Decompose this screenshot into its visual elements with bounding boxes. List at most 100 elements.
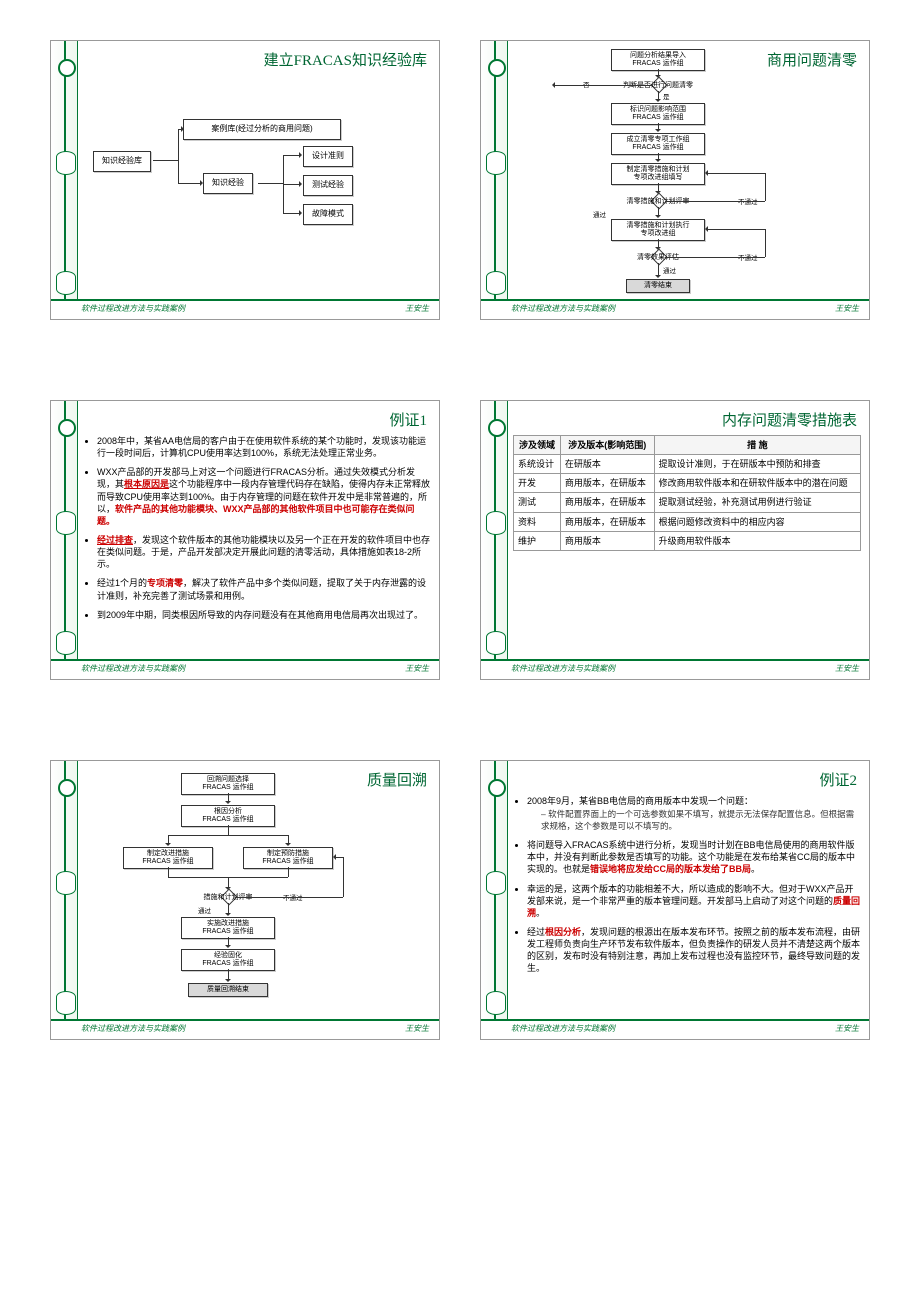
connector xyxy=(553,85,653,86)
footer-right: 王安生 xyxy=(405,303,429,314)
table-cell: 开发 xyxy=(514,474,561,493)
bullet-item: 经过1个月的专项清零，解决了软件产品中多个类似问题，提取了关于内存泄露的设计准则… xyxy=(97,577,431,601)
table-cell: 商用版本 xyxy=(560,531,654,550)
table-cell: 系统设计 xyxy=(514,455,561,474)
flow-n1: 问题分析结果导入FRACAS 运作组 xyxy=(611,49,705,71)
connector xyxy=(283,155,301,156)
flow-n3: 成立清零专项工作组FRACAS 运作组 xyxy=(611,133,705,155)
bullet-list: 2008年9月，某省BB电信局的商用版本中发现一个问题：– 软件配置界面上的一个… xyxy=(513,795,861,974)
slide-title: 例证1 xyxy=(389,409,427,430)
footer-right: 王安生 xyxy=(835,1023,859,1034)
slide-quality-traceback: 质量回溯 回溯问题选择FRACAS 运作组 根因分析FRACAS 运作组 制定改… xyxy=(50,760,440,1040)
table-cell: 提取设计准则，于在研版本中预防和排查 xyxy=(654,455,860,474)
flow-n4: 制定清零措施和计划专项改进组填写 xyxy=(611,163,705,185)
table-cell: 提取测试经验，补充测试用例进行验证 xyxy=(654,493,860,512)
connector xyxy=(228,903,229,915)
tree-b1: 案例库(经过分析的商用问题) xyxy=(183,119,341,140)
table-row: 维护商用版本升级商用软件版本 xyxy=(514,531,861,550)
connector xyxy=(658,207,659,217)
bullet-item: 2008年9月，某省BB电信局的商用版本中发现一个问题：– 软件配置界面上的一个… xyxy=(527,795,861,832)
table-cell: 在研版本 xyxy=(560,455,654,474)
deco-cylinder-icon xyxy=(486,871,506,895)
deco-cylinder-icon xyxy=(486,151,506,175)
table-cell: 资料 xyxy=(514,512,561,531)
table-cell: 修改商用软件版本和在研软件版本中的潜在问题 xyxy=(654,474,860,493)
table-row: 开发商用版本，在研版本修改商用软件版本和在研软件版本中的潜在问题 xyxy=(514,474,861,493)
bullet-item: 2008年中，某省AA电信局的客户由于在使用软件系统的某个功能时，发现该功能运行… xyxy=(97,435,431,459)
slide-title: 内存问题清零措施表 xyxy=(722,409,857,430)
deco-cylinder-icon xyxy=(56,631,76,655)
connector xyxy=(658,123,659,131)
slide-measures-table: 内存问题清零措施表 涉及领域 涉及版本(影响范围) 措 施 系统设计在研版本提取… xyxy=(480,400,870,680)
connector xyxy=(228,969,229,981)
connector xyxy=(235,897,343,898)
col-version: 涉及版本(影响范围) xyxy=(560,436,654,455)
table-cell: 商用版本，在研版本 xyxy=(560,493,654,512)
label-pass: 通过 xyxy=(593,209,606,219)
connector xyxy=(178,183,202,184)
footer-right: 王安生 xyxy=(405,663,429,674)
deco-cylinder-icon xyxy=(486,631,506,655)
deco-circle-icon xyxy=(58,419,76,437)
tree-c1: 设计准则 xyxy=(303,146,353,167)
footer-left: 软件过程改进方法与实践案例 xyxy=(511,663,615,674)
connector xyxy=(168,867,169,877)
footer-left: 软件过程改进方法与实践案例 xyxy=(81,663,185,674)
bullet-item: 将问题导入FRACAS系统中进行分析，发现当时计划在BB电信局使用的商用软件版本… xyxy=(527,839,861,875)
bullet-item: WXX产品部的开发部马上对这一个问题进行FRACAS分析。通过失效模式分析发现，… xyxy=(97,466,431,527)
connector xyxy=(168,835,288,836)
flow-n5: 清零措施和计划执行专项改进组 xyxy=(611,219,705,241)
flow-n3a: 制定改进措施FRACAS 运作组 xyxy=(123,847,213,869)
deco-cylinder-icon xyxy=(56,511,76,535)
bullet-item: 幸运的是，这两个版本的功能相差不大，所以造成的影响不大。但对于WXX产品开发部来… xyxy=(527,883,861,919)
connector xyxy=(228,793,229,803)
measures-table: 涉及领域 涉及版本(影响范围) 措 施 系统设计在研版本提取设计准则，于在研版本… xyxy=(513,435,861,551)
deco-circle-icon xyxy=(488,59,506,77)
footer-right: 王安生 xyxy=(835,303,859,314)
flow-n5: 经验固化FRACAS 运作组 xyxy=(181,949,275,971)
label-pass: 通过 xyxy=(663,265,676,275)
slide-fracas-knowledge: 建立FRACAS知识经验库 知识经验库 案例库(经过分析的商用问题) 知识经验 … xyxy=(50,40,440,320)
table-row: 资料商用版本，在研版本根据问题修改资料中的相应内容 xyxy=(514,512,861,531)
table-cell: 根据问题修改资料中的相应内容 xyxy=(654,512,860,531)
table-cell: 测试 xyxy=(514,493,561,512)
connector xyxy=(706,229,765,230)
bullet-item: 经过排查，发现这个软件版本的其他功能模块以及另一个正在开发的软件项目中也存在类似… xyxy=(97,534,431,570)
flow-end: 质量回溯结束 xyxy=(188,983,268,997)
table-row: 测试商用版本，在研版本提取测试经验，补充测试用例进行验证 xyxy=(514,493,861,512)
deco-circle-icon xyxy=(58,779,76,797)
footer-left: 软件过程改进方法与实践案例 xyxy=(81,303,185,314)
slide-footer: 软件过程改进方法与实践案例 王安生 xyxy=(51,659,439,679)
bullet-item: 经过根因分析，发现问题的根源出在版本发布环节。按照之前的版本发布流程，由研发工程… xyxy=(527,926,861,975)
bullet-item: 到2009年中期，同类根因所导致的内存问题没有在其他商用电信局再次出现过了。 xyxy=(97,609,431,621)
slide-example1: 例证1 2008年中，某省AA电信局的客户由于在使用软件系统的某个功能时，发现该… xyxy=(50,400,440,680)
deco-cylinder-icon xyxy=(56,991,76,1015)
label-yes: 是 xyxy=(663,91,670,101)
flow-n4: 实施改进措施FRACAS 运作组 xyxy=(181,917,275,939)
footer-left: 软件过程改进方法与实践案例 xyxy=(81,1023,185,1034)
col-measure: 措 施 xyxy=(654,436,860,455)
slide-footer: 软件过程改进方法与实践案例 王安生 xyxy=(51,299,439,319)
slide-footer: 软件过程改进方法与实践案例 王安生 xyxy=(481,659,869,679)
tree-c3: 故障模式 xyxy=(303,204,353,225)
connector xyxy=(665,201,765,202)
tree-b2: 知识经验 xyxy=(203,173,253,194)
deco-circle-icon xyxy=(58,59,76,77)
connector xyxy=(706,173,765,174)
table-cell: 维护 xyxy=(514,531,561,550)
flow-n3b: 制定预防措施FRACAS 运作组 xyxy=(243,847,333,869)
deco-cylinder-icon xyxy=(486,991,506,1015)
slide-content: 2008年中，某省AA电信局的客户由于在使用软件系统的某个功能时，发现该功能运行… xyxy=(83,435,431,657)
footer-right: 王安生 xyxy=(405,1023,429,1034)
connector xyxy=(228,937,229,947)
connector xyxy=(765,229,766,257)
deco-cylinder-icon xyxy=(56,151,76,175)
deco-cylinder-icon xyxy=(486,511,506,535)
connector xyxy=(288,835,289,845)
flow-n1: 回溯问题选择FRACAS 运作组 xyxy=(181,773,275,795)
slide-example2: 例证2 2008年9月，某省BB电信局的商用版本中发现一个问题：– 软件配置界面… xyxy=(480,760,870,1040)
connector xyxy=(665,257,765,258)
connector xyxy=(283,213,301,214)
connector xyxy=(658,91,659,101)
footer-left: 软件过程改进方法与实践案例 xyxy=(511,1023,615,1034)
